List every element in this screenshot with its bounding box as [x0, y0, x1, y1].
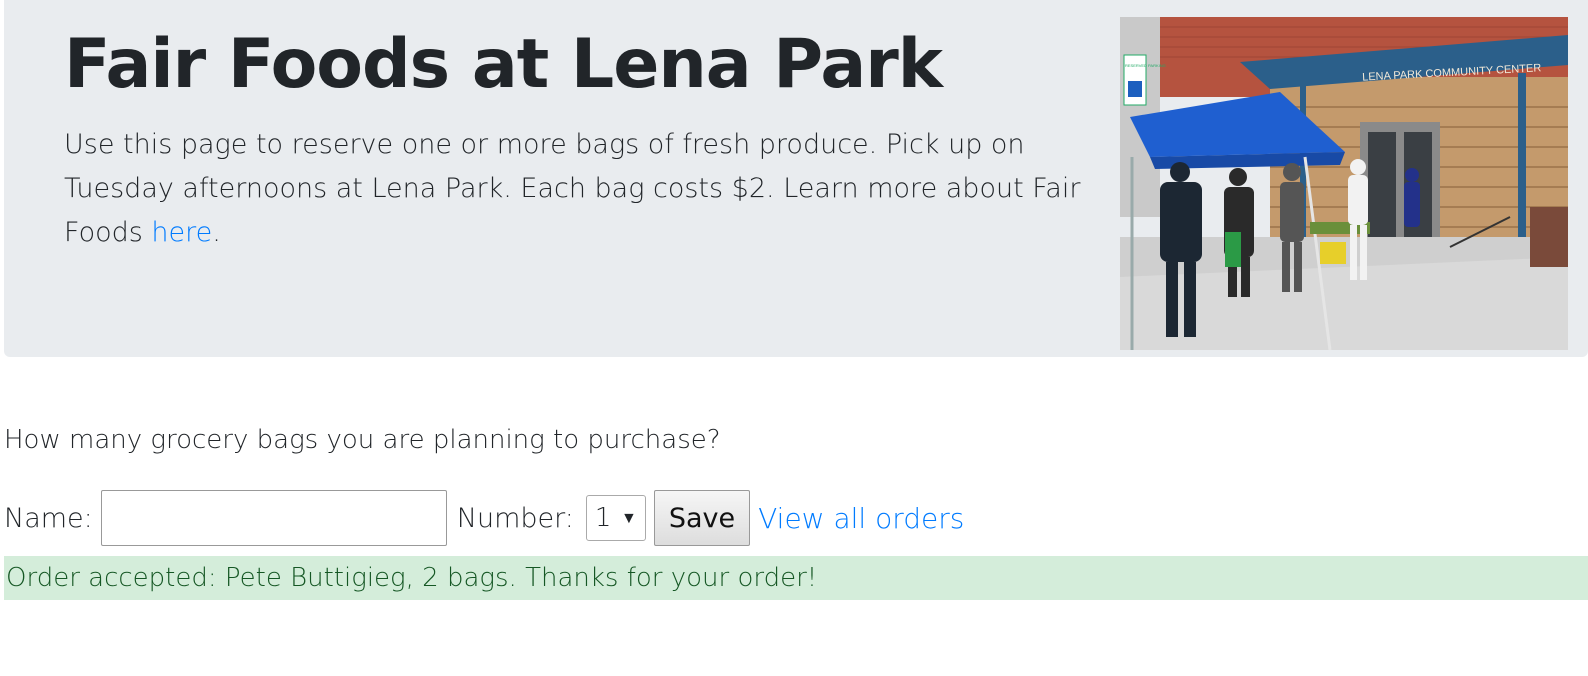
hero-description: Use this page to reserve one or more bag…: [64, 123, 1124, 255]
page-title: Fair Foods at Lena Park: [64, 25, 943, 104]
save-button[interactable]: Save: [653, 490, 751, 546]
order-form: Name: Number: 1 ▼ Save View all orders: [4, 490, 964, 546]
hero-description-end: .: [212, 217, 221, 248]
name-label: Name:: [4, 502, 93, 534]
order-question: How many grocery bags you are planning t…: [4, 425, 721, 455]
number-label: Number:: [456, 502, 574, 534]
community-center-photo: LENA PARK COMMUNITY CENTER RESERVED PARK…: [1120, 17, 1568, 350]
hero-text: Fair Foods at Lena Park Use this page to…: [64, 22, 1124, 255]
number-select-value: 1: [594, 503, 612, 533]
chevron-down-icon: ▼: [621, 508, 637, 527]
view-all-orders-link[interactable]: View all orders: [758, 502, 964, 535]
number-select[interactable]: 1 ▼: [585, 495, 646, 541]
order-success-alert: Order accepted: Pete Buttigieg, 2 bags. …: [4, 556, 1588, 600]
name-input[interactable]: [100, 490, 447, 546]
alert-message: Order accepted: Pete Buttigieg, 2 bags. …: [6, 563, 818, 593]
parking-sign-text: RESERVED PARKING: [1125, 63, 1166, 68]
order-section: How many grocery bags you are planning t…: [4, 400, 1588, 600]
learn-more-link[interactable]: here: [151, 217, 212, 248]
hero-banner: Fair Foods at Lena Park Use this page to…: [4, 0, 1588, 357]
